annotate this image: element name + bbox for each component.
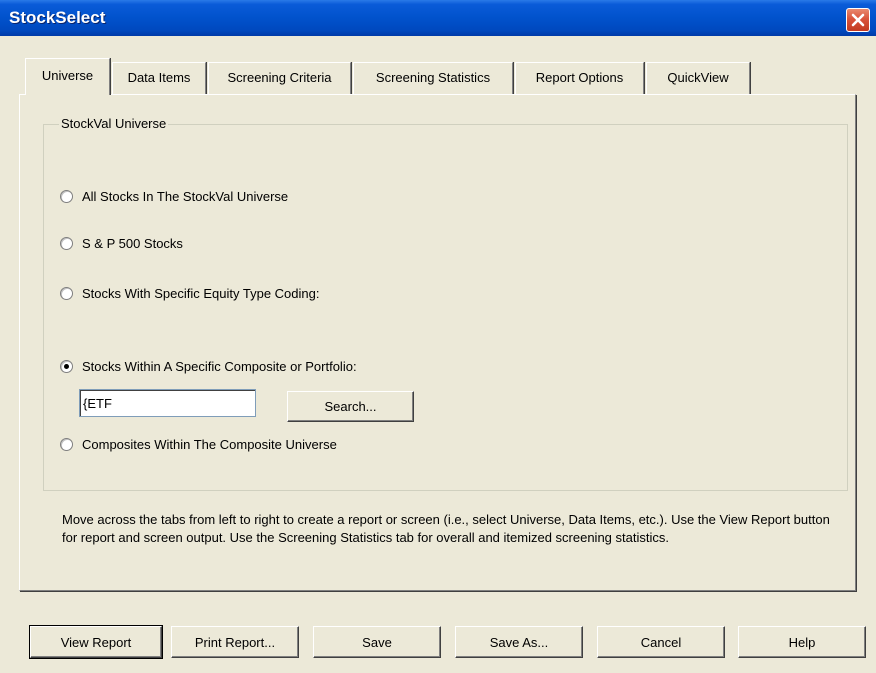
radio-composites-universe[interactable]: Composites Within The Composite Universe: [60, 434, 337, 454]
close-button[interactable]: [846, 8, 870, 32]
groupbox-label: StockVal Universe: [59, 116, 169, 132]
close-icon: [851, 13, 865, 27]
radio-button[interactable]: [60, 437, 73, 451]
radio-label: Stocks With Specific Equity Type Coding:: [82, 285, 320, 301]
radio-label: All Stocks In The StockVal Universe: [82, 188, 289, 204]
tab-quickview[interactable]: QuickView: [646, 62, 750, 94]
radio-button[interactable]: [60, 286, 73, 300]
radio-composite-portfolio[interactable]: Stocks Within A Specific Composite or Po…: [60, 356, 357, 376]
help-button[interactable]: Help: [738, 626, 866, 658]
radio-button[interactable]: [60, 236, 73, 250]
search-button[interactable]: Search...: [287, 391, 414, 422]
radio-button-selected[interactable]: [60, 359, 73, 373]
view-report-button[interactable]: View Report: [29, 625, 163, 659]
tab-data-items[interactable]: Data Items: [112, 62, 206, 94]
radio-label: Stocks Within A Specific Composite or Po…: [82, 358, 357, 374]
help-text: Move across the tabs from left to right …: [62, 512, 830, 545]
composite-input[interactable]: [79, 389, 256, 417]
radio-label: S & P 500 Stocks: [82, 235, 183, 251]
radio-sp500[interactable]: S & P 500 Stocks: [60, 233, 183, 253]
print-report-button[interactable]: Print Report...: [171, 626, 299, 658]
stockselect-window: StockSelect Universe Data Items Screenin…: [0, 0, 876, 673]
save-button[interactable]: Save: [313, 626, 441, 658]
radio-all-stocks[interactable]: All Stocks In The StockVal Universe: [60, 186, 288, 206]
title-bar[interactable]: StockSelect: [0, 0, 876, 36]
tab-report-options[interactable]: Report Options: [515, 62, 644, 94]
radio-button[interactable]: [60, 189, 73, 203]
radio-equity-type[interactable]: Stocks With Specific Equity Type Coding:: [60, 283, 319, 303]
tab-universe[interactable]: Universe: [25, 58, 110, 95]
cancel-button[interactable]: Cancel: [597, 626, 725, 658]
save-as-button[interactable]: Save As...: [455, 626, 583, 658]
radio-label: Composites Within The Composite Universe: [82, 436, 337, 452]
window-title: StockSelect: [9, 8, 106, 27]
tab-screening-criteria[interactable]: Screening Criteria: [208, 62, 351, 94]
tab-screening-statistics[interactable]: Screening Statistics: [353, 62, 513, 94]
